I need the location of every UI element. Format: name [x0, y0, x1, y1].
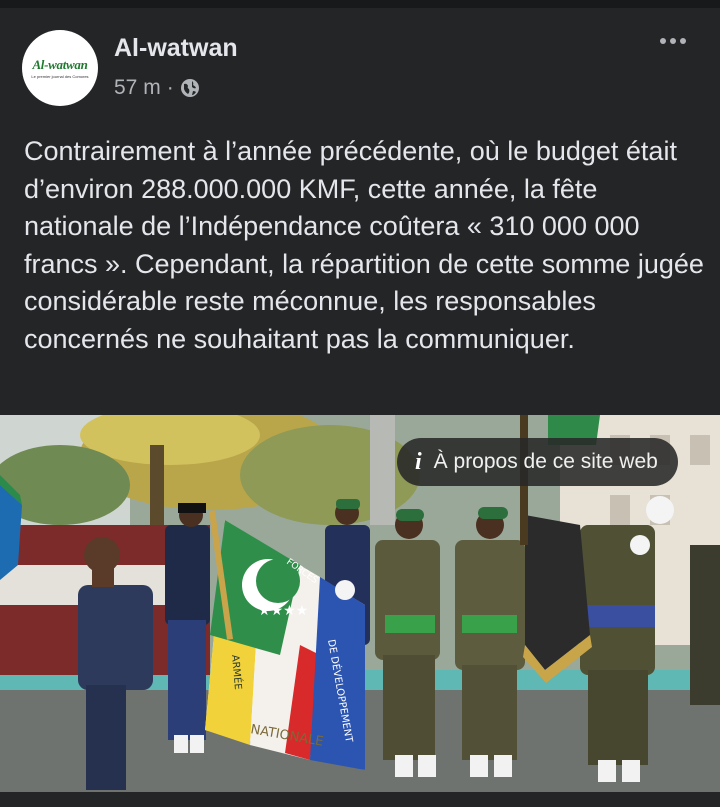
post-meta: 57 m ·	[114, 76, 200, 100]
top-strip	[0, 0, 720, 8]
globe-icon[interactable]	[180, 78, 200, 98]
info-icon: i	[415, 448, 422, 475]
post-header: Al-watwan Le premier journal des Comores…	[0, 8, 720, 118]
more-dot	[680, 38, 686, 44]
svg-text:★★★★: ★★★★	[258, 603, 308, 619]
avatar[interactable]: Al-watwan Le premier journal des Comores	[22, 30, 98, 106]
more-dot	[670, 38, 676, 44]
avatar-logo-subtext: Le premier journal des Comores	[31, 74, 89, 79]
post-body-text: Contrairement à l’année précédente, où l…	[24, 136, 704, 354]
bottom-strip	[0, 792, 720, 807]
post-time[interactable]: 57 m	[114, 76, 161, 100]
more-dot	[660, 38, 666, 44]
page-name[interactable]: Al-watwan	[114, 34, 238, 63]
avatar-logo-text: Al-watwan	[32, 57, 88, 72]
about-website-button[interactable]: i À propos de ce site web	[397, 438, 678, 486]
about-website-label: À propos de ce site web	[433, 450, 658, 473]
more-options-icon[interactable]	[660, 38, 686, 44]
meta-separator: ·	[166, 76, 174, 99]
